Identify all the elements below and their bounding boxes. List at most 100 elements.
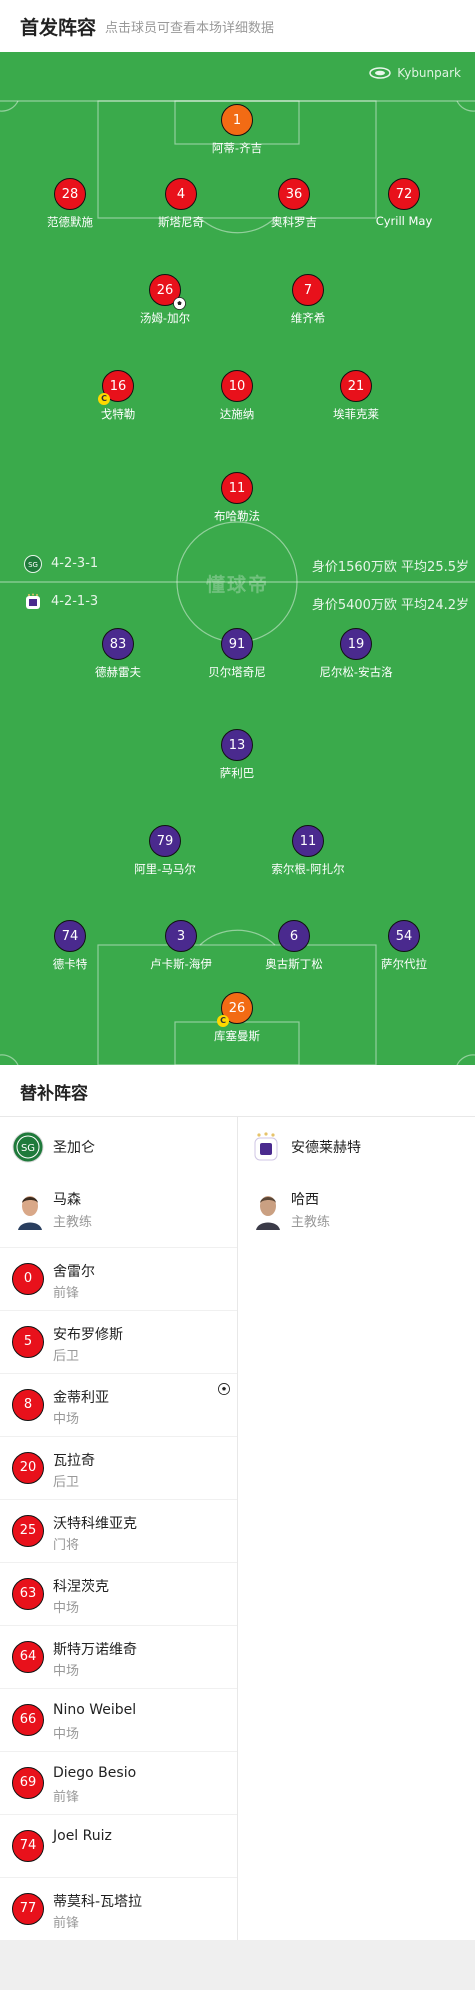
player-position: 后卫 (53, 1475, 80, 1490)
away-player[interactable]: 6 奥古斯丁松 (239, 920, 349, 972)
away-player[interactable]: 91 贝尔塔奇尼 (182, 628, 292, 680)
player-number: 7 (292, 274, 324, 306)
player-name: Diego Besio (53, 1765, 137, 1781)
page-footer-space (0, 1940, 475, 1990)
player-number: 10 (221, 370, 253, 402)
home-formation: 4-2-3-1 (51, 556, 99, 571)
sub-player-row[interactable]: 63 科涅茨克 中场 (0, 1562, 237, 1625)
page-subtitle: 点击球员可查看本场详细数据 (105, 21, 275, 36)
home-team-header[interactable]: SG 圣加仑 (0, 1117, 237, 1175)
away-player-gk[interactable]: 26 C 库塞曼斯 (182, 992, 292, 1044)
player-name: 科涅茨克 (53, 1579, 109, 1595)
away-player[interactable]: 3 卢卡斯-海伊 (126, 920, 236, 972)
away-player[interactable]: 54 萨尔代拉 (349, 920, 459, 972)
player-number: 11 (292, 825, 324, 857)
player-number: 19 (340, 628, 372, 660)
lineup-header: 首发阵容 点击球员可查看本场详细数据 (0, 0, 475, 52)
player-name: 德赫雷夫 (95, 665, 141, 679)
home-team-name: 圣加仑 (53, 1140, 95, 1156)
player-name: 范德默施 (47, 215, 93, 229)
player-name: 蒂莫科-瓦塔拉 (53, 1894, 143, 1910)
home-player[interactable]: 26 汤姆-加尔 (110, 274, 220, 326)
player-number: 77 (12, 1893, 44, 1925)
coach-avatar (14, 1190, 46, 1230)
player-number: 91 (221, 628, 253, 660)
coach-name: 哈西 (291, 1192, 319, 1208)
stadium-name: Kybunpark (397, 66, 461, 80)
home-player[interactable]: 10 达施纳 (182, 370, 292, 422)
player-number: 74 (12, 1830, 44, 1862)
sub-player-row[interactable]: 25 沃特科维亚克 门将 (0, 1499, 237, 1562)
player-number: 21 (340, 370, 372, 402)
home-player[interactable]: 16 C 戈特勒 (63, 370, 173, 422)
sub-player-row[interactable]: 20 瓦拉奇 后卫 (0, 1436, 237, 1499)
column-divider (237, 1117, 238, 1940)
player-name: 阿蒂-齐吉 (211, 141, 263, 155)
away-player[interactable]: 13 萨利巴 (182, 729, 292, 781)
player-name: 维齐希 (290, 311, 326, 325)
home-player[interactable]: 36 奥科罗吉 (239, 178, 349, 230)
pitch: Kybunpark 懂球帝 SG 4-2-3-1 身价1560万欧 平均25.5… (0, 52, 475, 1065)
player-name: 库塞曼斯 (214, 1029, 260, 1043)
sub-player-row[interactable]: 74 Joel Ruiz (0, 1814, 237, 1877)
player-position: 前锋 (53, 1286, 80, 1301)
home-player[interactable]: 7 维齐希 (253, 274, 363, 326)
player-disc: 16 C (98, 370, 134, 405)
away-coach[interactable]: 哈西 主教练 (238, 1187, 475, 1239)
player-name: 萨尔代拉 (381, 957, 427, 971)
player-position: 前锋 (53, 1790, 80, 1805)
player-number: 6 (278, 920, 310, 952)
stadium-label: Kybunpark (369, 66, 461, 80)
player-disc: 26 (149, 274, 186, 310)
home-player[interactable]: 4 斯塔尼奇 (126, 178, 236, 230)
home-formation-row: SG 4-2-3-1 身价1560万欧 平均25.5岁 (24, 554, 469, 575)
away-player[interactable]: 74 德卡特 (15, 920, 125, 972)
player-number: 26 (228, 1001, 246, 1016)
away-player[interactable]: 11 索尔根-阿扎尔 (253, 825, 363, 877)
home-player[interactable]: 21 埃菲克莱 (301, 370, 411, 422)
player-position: 中场 (53, 1727, 80, 1742)
player-number: 83 (102, 628, 134, 660)
player-number: 64 (12, 1641, 44, 1673)
sub-player-row[interactable]: 77 蒂莫科-瓦塔拉 前锋 (0, 1877, 237, 1940)
sub-player-row[interactable]: 8 金蒂利亚 中场 (0, 1373, 237, 1436)
away-player[interactable]: 83 德赫雷夫 (63, 628, 173, 680)
player-number: 74 (54, 920, 86, 952)
player-number: 8 (12, 1389, 44, 1421)
away-team-header[interactable]: 安德莱赫特 (238, 1117, 475, 1175)
sub-player-row[interactable]: 0 舍雷尔 前锋 (0, 1247, 237, 1310)
sub-player-row[interactable]: 69 Diego Besio 前锋 (0, 1751, 237, 1814)
away-formation-row: 4-2-1-3 身价5400万欧 平均24.2岁 (24, 592, 469, 613)
home-player[interactable]: 72 Cyrill May (349, 178, 459, 228)
player-number: 20 (12, 1452, 44, 1484)
player-position: 中场 (53, 1664, 80, 1679)
player-name: 埃菲克莱 (333, 407, 379, 421)
player-name: 斯塔尼奇 (158, 215, 204, 229)
player-name: 斯特万诺维奇 (53, 1642, 137, 1658)
sub-player-row[interactable]: 5 安布罗修斯 后卫 (0, 1310, 237, 1373)
player-number: 69 (12, 1767, 44, 1799)
captain-badge-icon: C (98, 393, 110, 405)
sub-player-row[interactable]: 66 Nino Weibel 中场 (0, 1688, 237, 1751)
away-player[interactable]: 79 阿里-马马尔 (110, 825, 220, 877)
player-number: 16 (109, 379, 127, 394)
player-position: 后卫 (53, 1349, 80, 1364)
home-coach[interactable]: 马森 主教练 (0, 1187, 237, 1239)
away-player[interactable]: 19 尼尔松-安古洛 (301, 628, 411, 680)
goal-ball-icon (173, 297, 186, 310)
player-number: 0 (12, 1263, 44, 1295)
player-number: 72 (388, 178, 420, 210)
home-player[interactable]: 28 范德默施 (15, 178, 125, 230)
sub-player-row[interactable]: 64 斯特万诺维奇 中场 (0, 1625, 237, 1688)
home-player[interactable]: 11 布哈勒法 (182, 472, 292, 524)
home-player-gk[interactable]: 1 阿蒂-齐吉 (182, 104, 292, 156)
coach-name: 马森 (53, 1192, 81, 1208)
player-number: 13 (221, 729, 253, 761)
player-name: Nino Weibel (53, 1702, 137, 1718)
player-name: 布哈勒法 (214, 509, 260, 523)
coach-avatar (252, 1190, 284, 1230)
player-position: 中场 (53, 1412, 80, 1427)
player-position: 门将 (53, 1538, 80, 1553)
player-name: 汤姆-加尔 (139, 311, 191, 325)
away-team-value: 身价5400万欧 平均24.2岁 (311, 598, 469, 613)
